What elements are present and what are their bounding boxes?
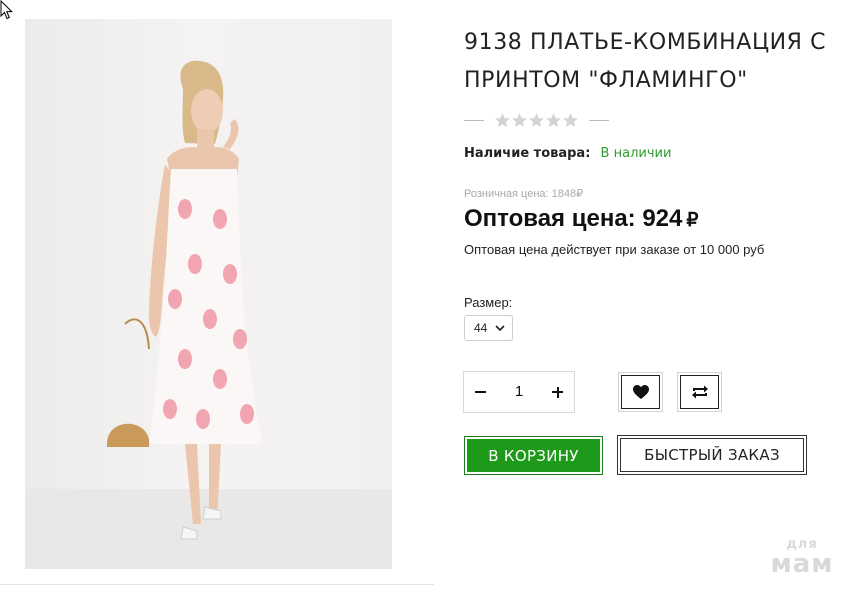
star-icon[interactable]	[562, 112, 579, 129]
quick-order-label: БЫСТРЫЙ ЗАКАЗ	[620, 438, 804, 472]
availability-status: В наличии	[600, 146, 672, 161]
rating-right-dash	[589, 119, 609, 121]
product-photo[interactable]	[25, 19, 392, 569]
chevron-down-icon	[495, 325, 505, 332]
product-title: 9138 ПЛАТЬЕ-КОМБИНАЦИЯ С ПРИНТОМ "ФЛАМИН…	[464, 30, 827, 93]
star-icon[interactable]	[494, 112, 511, 129]
quick-order-button[interactable]: БЫСТРЫЙ ЗАКАЗ	[617, 435, 807, 475]
size-selected-value: 44	[474, 321, 488, 335]
rating	[464, 110, 609, 130]
compare-button[interactable]	[677, 372, 722, 412]
wholesale-price: Оптовая цена: 924 ₽	[464, 205, 698, 233]
availability: Наличие товара: В наличии	[464, 146, 671, 161]
availability-label: Наличие товара:	[464, 146, 591, 161]
retail-price: Розничная цена: 1848₽	[464, 188, 584, 200]
quantity-decrease-button[interactable]	[464, 372, 496, 412]
compare-arrows-icon	[691, 385, 708, 399]
add-to-cart-label: В КОРЗИНУ	[467, 439, 600, 472]
currency-symbol: ₽	[686, 210, 699, 231]
quantity-increase-button[interactable]	[542, 372, 574, 412]
watermark-logo: для мам	[762, 538, 842, 579]
quantity-stepper: 1	[463, 371, 575, 413]
star-icon[interactable]	[511, 112, 528, 129]
rating-left-dash	[464, 119, 484, 121]
watermark-line2: мам	[770, 549, 834, 579]
mouse-cursor-icon	[0, 0, 14, 20]
wholesale-note: Оптовая цена действует при заказе от 10 …	[464, 242, 765, 257]
wishlist-button[interactable]	[618, 372, 663, 412]
wholesale-price-label: Оптовая цена: 924	[464, 205, 683, 232]
rating-stars[interactable]	[494, 112, 579, 129]
quantity-input[interactable]: 1	[500, 372, 538, 412]
size-select[interactable]: 44	[464, 315, 513, 341]
star-icon[interactable]	[545, 112, 562, 129]
heart-icon	[632, 385, 649, 399]
star-icon[interactable]	[528, 112, 545, 129]
divider	[0, 584, 434, 585]
add-to-cart-button[interactable]: В КОРЗИНУ	[464, 436, 603, 475]
size-label: Размер:	[464, 295, 513, 310]
minus-icon	[474, 391, 486, 393]
